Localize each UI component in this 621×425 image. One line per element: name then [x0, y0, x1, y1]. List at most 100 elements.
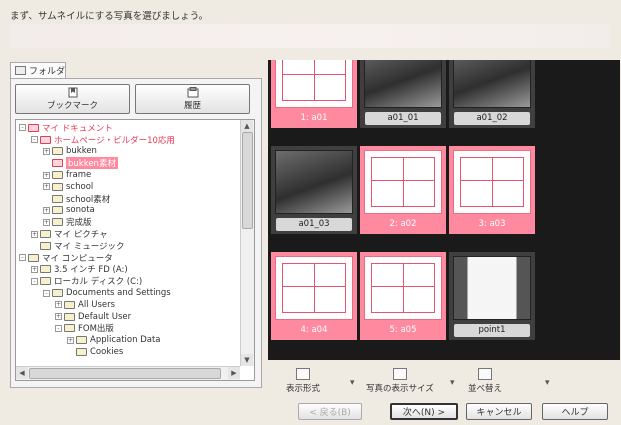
tree-node-label: 完成版 — [66, 218, 92, 229]
floor-plan-image — [453, 150, 531, 214]
tree-node[interactable]: + Application Data — [16, 334, 240, 346]
display-format-icon — [296, 368, 310, 380]
collapse-icon[interactable]: - — [31, 277, 38, 285]
expand-icon[interactable]: + — [31, 265, 38, 273]
next-button[interactable]: 次へ(N) > — [390, 403, 458, 420]
floor-plan-image — [275, 256, 353, 320]
expand-icon[interactable]: + — [43, 218, 50, 226]
folder-icon — [52, 289, 63, 298]
tree-node-label: All Users — [78, 299, 116, 310]
folder-icon — [76, 348, 87, 357]
tree-node-label: Cookies — [90, 347, 124, 358]
tree-node-label: マイ ピクチャ — [54, 230, 108, 241]
floor-plan-image — [364, 150, 442, 214]
scroll-down-icon[interactable]: ▼ — [241, 354, 253, 366]
thumbnail-card[interactable]: 3: a03 — [449, 146, 535, 234]
expand-icon[interactable]: + — [43, 206, 50, 214]
tree-node-label: マイ ドキュメント — [42, 123, 113, 134]
display-format-option[interactable]: 表示形式 — [286, 368, 320, 394]
tab-folder[interactable]: フォルダ — [10, 62, 66, 78]
folder-icon — [52, 182, 63, 191]
tree-node[interactable]: + school — [16, 181, 240, 193]
folder-panel: ブックマーク 履歴 - マイ ドキュメント - ホームページ・ビルダー10応用 + buk… — [10, 78, 262, 388]
tree-node[interactable]: + 完成版 — [16, 216, 240, 228]
thumbnail-card[interactable]: 1: a01 — [271, 60, 357, 128]
expand-icon[interactable]: + — [43, 147, 50, 155]
tree-node[interactable]: bukken素材 — [16, 157, 240, 170]
cancel-button[interactable]: キャンセル — [466, 403, 532, 420]
tree-node[interactable]: - ホームページ・ビルダー10応用 — [16, 134, 240, 146]
tree-horizontal-scroll-thumb[interactable] — [29, 368, 221, 379]
scroll-right-icon[interactable]: ▶ — [228, 367, 240, 379]
bookmark-button[interactable]: ブックマーク — [15, 84, 130, 114]
sort-dropdown-icon[interactable]: ▾ — [545, 378, 550, 388]
display-format-dropdown-icon[interactable]: ▾ — [350, 378, 355, 388]
tree-node-label: school素材 — [66, 194, 111, 205]
folder-icon — [52, 147, 63, 156]
tree-node[interactable]: - マイ コンピュータ — [16, 252, 240, 264]
folder-tree[interactable]: - マイ ドキュメント - ホームページ・ビルダー10応用 + bukken bukken素… — [15, 119, 255, 381]
window-image — [453, 256, 531, 320]
folder-icon — [76, 336, 87, 345]
scroll-left-icon[interactable]: ◀ — [16, 367, 28, 379]
thumbnail-label: 4: a04 — [300, 325, 328, 335]
photo-size-option[interactable]: 写真の表示サイズ — [366, 368, 434, 394]
tree-node[interactable]: + Default User — [16, 311, 240, 323]
tree-vertical-scrollbar[interactable]: ▲ ▼ — [240, 120, 254, 366]
tree-node[interactable]: + All Users — [16, 299, 240, 311]
folder-icon — [64, 324, 75, 333]
tree-horizontal-scrollbar[interactable]: ◀ ▶ — [16, 366, 240, 380]
tree-node[interactable]: + sonota — [16, 205, 240, 217]
thumbnail-card[interactable]: 4: a04 — [271, 252, 357, 340]
collapse-icon[interactable]: - — [43, 289, 50, 297]
tree-vertical-scroll-thumb[interactable] — [242, 132, 253, 229]
photo-size-label: 写真の表示サイズ — [366, 384, 434, 394]
expand-icon[interactable]: + — [55, 313, 62, 321]
photo-size-dropdown-icon[interactable]: ▾ — [450, 378, 455, 388]
thumbnail-card[interactable]: point1 — [449, 252, 535, 340]
tree-node[interactable]: + frame — [16, 169, 240, 181]
floor-plan-lines — [282, 60, 346, 101]
expand-icon[interactable]: + — [67, 336, 74, 344]
sort-option[interactable]: 並べ替え — [468, 368, 502, 394]
thumbnail-card[interactable]: 5: a05 — [360, 252, 446, 340]
expand-icon[interactable]: + — [43, 171, 50, 179]
collapse-icon[interactable]: - — [55, 324, 62, 332]
tree-node-label: ローカル ディスク (C:) — [54, 277, 143, 288]
history-button[interactable]: 履歴 — [135, 84, 250, 114]
folder-icon — [52, 206, 63, 215]
folder-icon — [40, 265, 51, 274]
collapse-icon[interactable]: - — [19, 254, 26, 262]
tree-node[interactable]: school素材 — [16, 193, 240, 205]
tree-node[interactable]: Cookies — [16, 346, 240, 358]
tree-node-label: Documents and Settings — [66, 288, 171, 299]
tree-node[interactable]: マイ ミュージック — [16, 240, 240, 252]
collapse-icon[interactable]: - — [31, 136, 38, 144]
expand-icon[interactable]: + — [43, 183, 50, 191]
tree-node[interactable]: - ローカル ディスク (C:) — [16, 275, 240, 287]
expand-icon[interactable]: + — [31, 230, 38, 238]
sort-icon — [478, 368, 492, 380]
back-button[interactable]: < 戻る(B) — [298, 403, 362, 420]
thumbnail-card[interactable]: a01_02 — [449, 60, 535, 128]
thumbnail-card[interactable]: 2: a02 — [360, 146, 446, 234]
thumbnail-label: point1 — [454, 324, 530, 337]
thumbnail-label: 2: a02 — [389, 219, 417, 229]
tree-node[interactable]: + マイ ピクチャ — [16, 228, 240, 240]
tree-node[interactable]: - FOM出版 — [16, 323, 240, 334]
tree-node[interactable]: - マイ ドキュメント — [16, 122, 240, 134]
folder-icon — [15, 66, 26, 75]
folder-icon — [40, 230, 51, 239]
expand-icon[interactable]: + — [55, 301, 62, 309]
tree-node[interactable]: +3.5 インチ FD (A:) — [16, 264, 240, 275]
help-button[interactable]: ヘルプ — [542, 403, 608, 420]
collapse-icon[interactable]: - — [19, 124, 26, 132]
floor-plan-lines — [371, 157, 435, 207]
folder-icon — [64, 312, 75, 321]
scroll-up-icon[interactable]: ▲ — [241, 120, 253, 132]
thumbnail-card[interactable]: a01_03 — [271, 146, 357, 234]
tree-node[interactable]: - Documents and Settings — [16, 287, 240, 299]
tree-node-label: frame — [66, 170, 92, 181]
tree-node[interactable]: + bukken — [16, 146, 240, 158]
thumbnail-card[interactable]: a01_01 — [360, 60, 446, 128]
